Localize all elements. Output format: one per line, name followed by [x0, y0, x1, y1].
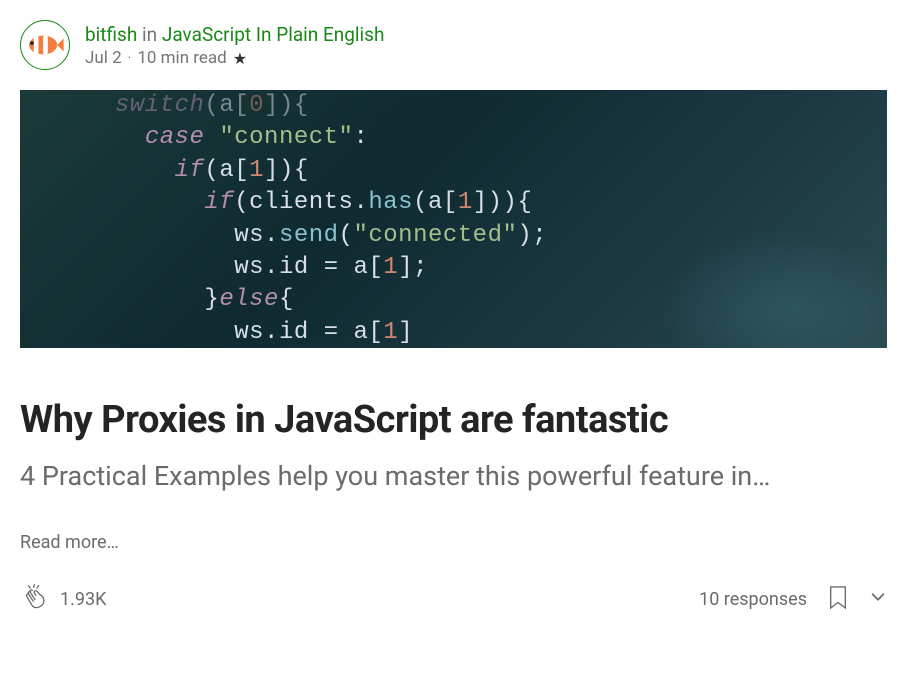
hero-image[interactable]: switch(a[0]){ case "connect": if(a[1]){ …	[20, 90, 887, 348]
claps-container: 1.93K	[20, 583, 106, 616]
claps-count: 1.93K	[60, 589, 106, 610]
star-icon: ★	[233, 49, 247, 68]
article-subtitle: 4 Practical Examples help you master thi…	[20, 458, 887, 494]
clap-icon[interactable]	[20, 583, 48, 616]
in-word: in	[142, 23, 157, 46]
publication-link[interactable]: JavaScript In Plain English	[162, 23, 385, 46]
chevron-down-icon[interactable]	[869, 588, 887, 611]
bookmark-icon[interactable]	[827, 584, 849, 615]
author-avatar[interactable]	[20, 20, 70, 70]
hero-glow	[657, 228, 887, 348]
publish-date: Jul 2	[85, 48, 122, 68]
code-snippet: switch(a[0]){ case "connect": if(a[1]){ …	[20, 90, 547, 348]
byline: bitfish in JavaScript In Plain English J…	[85, 22, 384, 69]
article-header: bitfish in JavaScript In Plain English J…	[20, 20, 887, 70]
author-link[interactable]: bitfish	[85, 23, 137, 46]
footer-right: 10 responses	[699, 584, 887, 615]
read-more-link[interactable]: Read more…	[20, 532, 887, 553]
article-footer: 1.93K 10 responses	[20, 583, 887, 616]
responses-link[interactable]: 10 responses	[699, 589, 807, 610]
separator-dot: ·	[128, 50, 132, 66]
read-time: 10 min read	[137, 48, 226, 68]
byline-top: bitfish in JavaScript In Plain English	[85, 22, 384, 49]
clownfish-icon	[26, 31, 64, 59]
article-title[interactable]: Why Proxies in JavaScript are fantastic	[20, 398, 887, 444]
byline-bottom: Jul 2 · 10 min read ★	[85, 48, 384, 68]
